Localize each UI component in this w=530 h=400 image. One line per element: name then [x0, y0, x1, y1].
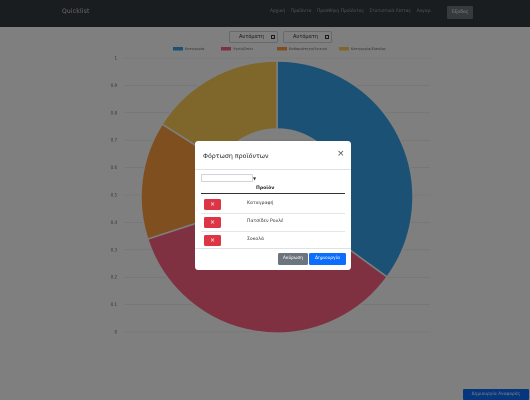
product-select[interactable]: ▼ [201, 174, 257, 182]
column-header-product: Προϊόν [256, 186, 275, 191]
chevron-down-icon: ▼ [253, 176, 257, 181]
delete-button[interactable]: × [204, 217, 221, 228]
table-row: × Καταγραφή [201, 196, 345, 214]
product-name: Πατσίδεν Ρουλέ [247, 219, 284, 224]
table-header-divider [201, 193, 345, 194]
cancel-button[interactable]: Ακύρωση [278, 253, 308, 265]
modal-title: Φόρτωση προϊόντων [203, 153, 269, 160]
delete-button[interactable]: × [204, 235, 221, 246]
close-icon[interactable]: × [337, 150, 345, 159]
table-header: Προϊόν [201, 186, 345, 193]
load-products-modal: Φόρτωση προϊόντων × ▼ Προϊόν × Καταγραφή… [195, 141, 351, 270]
modal-footer-divider [195, 248, 351, 249]
modal-header: Φόρτωση προϊόντων × [195, 141, 351, 170]
table-row: × Πατσίδεν Ρουλέ [201, 214, 345, 232]
create-button[interactable]: Δημιουργία [309, 253, 346, 265]
product-name: Καταγραφή [247, 201, 274, 206]
product-name: Σοκολά [247, 237, 264, 242]
delete-button[interactable]: × [204, 199, 221, 210]
